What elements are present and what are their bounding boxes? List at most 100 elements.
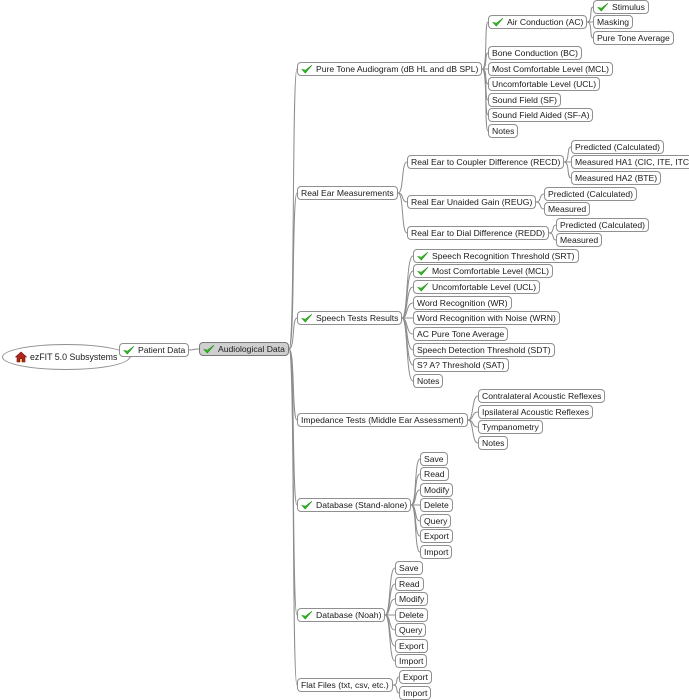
topic-sf[interactable]: Sound Field (SF) [488,93,561,107]
topic-label: Read [424,469,445,479]
topic-label: Import [424,547,449,557]
topic-dbn-export[interactable]: Export [395,639,428,653]
topic-reug[interactable]: Real Ear Unaided Gain (REUG) [407,195,537,209]
topic-label: Audiological Data [218,344,285,354]
topic-mcl[interactable]: Most Comfortable Level (MCL) [488,62,614,76]
topic-label: Patient Data [138,345,186,355]
topic-flat[interactable]: Flat Files (txt, csv, etc.) [297,678,393,692]
topic-imp-notes[interactable]: Notes [478,436,509,450]
topic-dbsa-modify[interactable]: Modify [420,483,454,497]
connector-dbn-dbn-read [384,583,396,616]
topic-dbn-query[interactable]: Query [395,623,427,637]
topic-redd-meas[interactable]: Measured [556,233,603,247]
topic-dbn[interactable]: Database (Noah) [297,608,386,622]
topic-label: Save [424,454,444,464]
topic-ucl[interactable]: Uncomfortable Level (UCL) [488,77,601,91]
topic-dbsa-export[interactable]: Export [420,529,453,543]
checkmark-icon [203,344,215,354]
topic-sdt[interactable]: Speech Detection Threshold (SDT) [413,343,555,357]
topic-wrn[interactable]: Word Recognition with Noise (WRN) [413,311,560,325]
connector-audio-flat [288,348,298,686]
topic-dbn-read[interactable]: Read [395,577,424,591]
topic-sat[interactable]: S? A? Threshold (SAT) [413,358,509,372]
topic-pta[interactable]: Pure Tone Audiogram (dB HL and dB SPL) [297,62,483,76]
topic-flat-export[interactable]: Export [399,670,432,684]
topic-recd-ha2[interactable]: Measured HA2 (BTE) [571,171,662,185]
topic-label: Sound Field (SF) [492,95,557,105]
topic-label: Notes [492,126,515,136]
topic-acpta[interactable]: AC Pure Tone Average [413,327,509,341]
topic-dbsa-delete[interactable]: Delete [420,498,453,512]
topic-tymp[interactable]: Tympanometry [478,420,543,434]
topic-dbsa-read[interactable]: Read [420,467,449,481]
connector-dbsa-dbsa-query [410,504,421,522]
topic-label: Measured [560,235,599,245]
topic-recd[interactable]: Real Ear to Coupler Difference (RECD) [407,155,565,169]
topic-dbsa-query[interactable]: Query [420,514,452,528]
topic-speech[interactable]: Speech Tests Results [297,311,403,325]
topic-wr[interactable]: Word Recognition (WR) [413,296,512,310]
topic-s-ucl[interactable]: Uncomfortable Level (UCL) [413,280,541,294]
connector-speech-sat [401,317,414,366]
topic-label: Predicted (Calculated) [548,189,634,199]
topic-ac-mask[interactable]: Masking [593,15,633,29]
topic-flat-import[interactable]: Import [399,686,432,700]
topic-contra[interactable]: Contralateral Acoustic Reflexes [478,389,606,403]
topic-s-mcl[interactable]: Most Comfortable Level (MCL) [413,264,554,278]
topic-label: Uncomfortable Level (UCL) [492,79,597,89]
checkmark-icon [492,17,504,27]
connector-rem-reug [397,192,408,203]
connector-rem-recd [397,161,408,194]
topic-sfa[interactable]: Sound Field Aided (SF-A) [488,108,594,122]
topic-label: Sound Field Aided (SF-A) [492,110,590,120]
connector-dbn-dbn-modify [384,598,396,616]
topic-dbn-import[interactable]: Import [395,654,428,668]
topic-pta-notes[interactable]: Notes [488,124,519,138]
topic-label: Uncomfortable Level (UCL) [432,282,537,292]
topic-label: S? A? Threshold (SAT) [417,360,505,370]
topic-dbn-modify[interactable]: Modify [395,592,429,606]
topic-label: Read [399,579,420,589]
connector-dbn-dbn-import [384,614,396,662]
topic-reug-pred[interactable]: Predicted (Calculated) [544,187,638,201]
topic-redd[interactable]: Real Ear to Dial Difference (REDD) [407,226,550,240]
topic-label: ezFIT 5.0 Subsystems [30,352,118,362]
topic-reug-meas[interactable]: Measured [544,202,591,216]
topic-label: Measured HA2 (BTE) [575,173,658,183]
topic-label: Database (Noah) [316,610,382,620]
topic-label: Word Recognition (WR) [417,298,508,308]
connector-speech-s-mcl [401,270,414,319]
topic-redd-pred[interactable]: Predicted (Calculated) [556,218,650,232]
topic-srt[interactable]: Speech Recognition Threshold (SRT) [413,249,579,263]
root-node[interactable]: ezFIT 5.0 Subsystems [2,344,131,370]
topic-ac[interactable]: Air Conduction (AC) [488,15,588,29]
topic-label: Notes [417,376,440,386]
topic-ac-pta[interactable]: Pure Tone Average [593,31,674,45]
topic-label: Import [399,656,424,666]
connector-imp-tymp [467,419,479,428]
topic-label: Real Ear Unaided Gain (REUG) [411,197,533,207]
checkmark-icon [417,266,429,276]
connector-audio-dbn [288,348,298,616]
topic-patient[interactable]: Patient Data [119,343,190,357]
topic-dbsa[interactable]: Database (Stand-alone) [297,498,412,512]
connector-imp-contra [467,395,479,421]
topic-rem[interactable]: Real Ear Measurements [297,186,398,200]
connector-reug-reug-meas [535,201,545,210]
topic-dbn-save[interactable]: Save [395,561,423,575]
topic-ac-stim[interactable]: Stimulus [593,0,649,14]
topic-recd-pred[interactable]: Predicted (Calculated) [571,140,665,154]
connector-audio-imp [288,348,298,421]
topic-audio[interactable]: Audiological Data [199,342,289,356]
topic-dbsa-save[interactable]: Save [420,452,448,466]
topic-label: Word Recognition with Noise (WRN) [417,313,556,323]
topic-s-notes[interactable]: Notes [413,374,444,388]
topic-bc[interactable]: Bone Conduction (BC) [488,46,582,60]
topic-recd-ha1[interactable]: Measured HA1 (CIC, ITE, ITC) [571,155,689,169]
topic-dbn-delete[interactable]: Delete [395,608,428,622]
connector-audio-pta [288,68,298,350]
topic-imp[interactable]: Impedance Tests (Middle Ear Assessment) [297,413,468,427]
topic-ipsi[interactable]: Ipsilateral Acoustic Reflexes [478,405,593,419]
topic-dbsa-import[interactable]: Import [420,545,453,559]
connector-recd-recd-ha2 [563,161,572,179]
